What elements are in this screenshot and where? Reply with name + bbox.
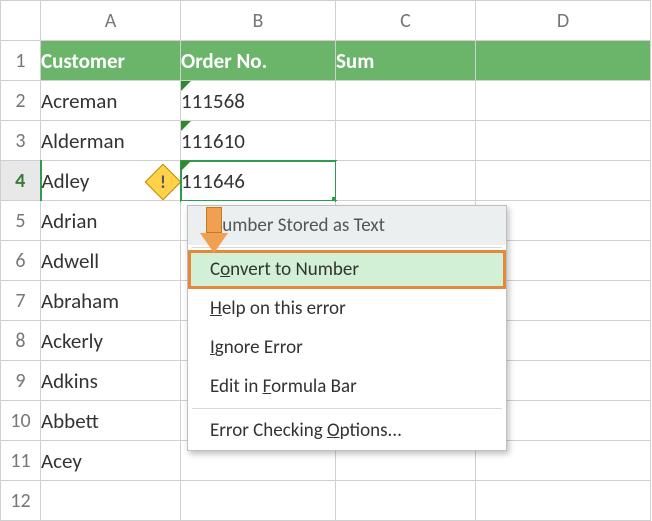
menu-edit-in-formula-bar[interactable]: Edit in Formula Bar: [188, 367, 506, 406]
cell-C12[interactable]: [336, 481, 476, 521]
callout-arrow-icon: [200, 207, 228, 253]
cell-B4[interactable]: 111646: [181, 161, 336, 201]
error-smart-tag-menu: Number Stored as Text Convert to Number …: [187, 205, 507, 451]
col-header-A[interactable]: A: [41, 1, 181, 41]
cell-D12[interactable]: [476, 481, 651, 521]
row-header-6[interactable]: 6: [1, 241, 41, 281]
row-header-5[interactable]: 5: [1, 201, 41, 241]
row-header-2[interactable]: 2: [1, 81, 41, 121]
col-header-C[interactable]: C: [336, 1, 476, 41]
cell-A12[interactable]: [41, 481, 181, 521]
menu-convert-to-number[interactable]: Convert to Number: [188, 250, 506, 289]
row-header-3[interactable]: 3: [1, 121, 41, 161]
cell-A3[interactable]: Alderman: [41, 121, 181, 161]
menu-separator: [192, 408, 502, 409]
col-header-B[interactable]: B: [181, 1, 336, 41]
cell-A10[interactable]: Abbett: [41, 401, 181, 441]
cell-A5[interactable]: Adrian: [41, 201, 181, 241]
cell-D3[interactable]: [476, 121, 651, 161]
menu-separator: [192, 247, 502, 248]
cell-A2[interactable]: Acreman: [41, 81, 181, 121]
cell-A8[interactable]: Ackerly: [41, 321, 181, 361]
row-header-11[interactable]: 11: [1, 441, 41, 481]
row-header-12[interactable]: 12: [1, 481, 41, 521]
cell-A1[interactable]: Customer: [41, 41, 181, 81]
col-header-D[interactable]: D: [476, 1, 651, 41]
cell-D1[interactable]: [476, 41, 651, 81]
cell-C1[interactable]: Sum: [336, 41, 476, 81]
error-indicator-icon[interactable]: !: [145, 164, 181, 201]
row-header-1[interactable]: 1: [1, 41, 41, 81]
cell-A4-text: Adley: [42, 168, 90, 194]
cell-D2[interactable]: [476, 81, 651, 121]
menu-error-checking-options[interactable]: Error Checking Options...: [188, 411, 506, 450]
cell-A7[interactable]: Abraham: [41, 281, 181, 321]
row-header-10[interactable]: 10: [1, 401, 41, 441]
cell-A6[interactable]: Adwell: [41, 241, 181, 281]
cell-A4[interactable]: Adley !: [41, 161, 181, 201]
cell-C4[interactable]: [336, 161, 476, 201]
error-indicator-glyph: !: [160, 171, 166, 193]
cell-B12[interactable]: [181, 481, 336, 521]
cell-C3[interactable]: [336, 121, 476, 161]
menu-header-number-stored-as-text: Number Stored as Text: [188, 206, 506, 245]
cell-A11[interactable]: Acey: [41, 441, 181, 481]
cell-A9[interactable]: Adkins: [41, 361, 181, 401]
row-header-8[interactable]: 8: [1, 321, 41, 361]
menu-ignore-error[interactable]: Ignore Error: [188, 328, 506, 367]
row-header-9[interactable]: 9: [1, 361, 41, 401]
cell-B1[interactable]: Order No.: [181, 41, 336, 81]
cell-C2[interactable]: [336, 81, 476, 121]
select-all-corner[interactable]: [1, 1, 41, 41]
row-header-4[interactable]: 4: [1, 161, 41, 201]
cell-B3[interactable]: 111610: [181, 121, 336, 161]
menu-help-on-this-error[interactable]: Help on this error: [188, 289, 506, 328]
row-header-7[interactable]: 7: [1, 281, 41, 321]
cell-D4[interactable]: [476, 161, 651, 201]
cell-B2[interactable]: 111568: [181, 81, 336, 121]
